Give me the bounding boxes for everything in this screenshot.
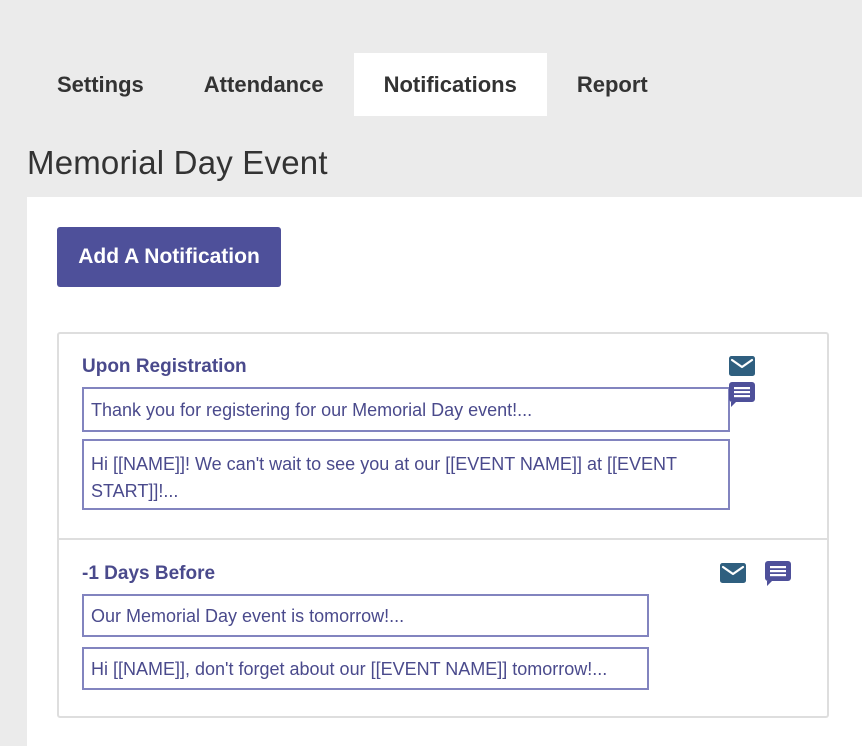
- notification-item-upon-registration: Upon Registration Thank you for register…: [59, 334, 827, 540]
- notifications-panel: Add A Notification Upon Registration Tha…: [27, 197, 862, 746]
- text-message-field[interactable]: Hi [[NAME]]! We can't wait to see you at…: [82, 439, 730, 510]
- tab-notifications[interactable]: Notifications: [353, 53, 547, 116]
- sms-icon[interactable]: [729, 382, 755, 408]
- email-icon[interactable]: [720, 563, 746, 583]
- email-subject-field[interactable]: Thank you for registering for our Memori…: [82, 387, 730, 432]
- tab-attendance[interactable]: Attendance: [174, 53, 354, 116]
- text-message-field[interactable]: Hi [[NAME]], don't forget about our [[EV…: [82, 647, 649, 690]
- tab-bar: Settings Attendance Notifications Report: [27, 53, 678, 116]
- notification-item-days-before: -1 Days Before Our Memorial Day event is…: [59, 540, 827, 716]
- add-notification-button[interactable]: Add A Notification: [57, 227, 281, 287]
- tab-report[interactable]: Report: [547, 53, 678, 116]
- tab-settings[interactable]: Settings: [27, 53, 174, 116]
- sms-icon[interactable]: [765, 561, 791, 587]
- email-subject-field[interactable]: Our Memorial Day event is tomorrow!...: [82, 594, 649, 637]
- page-title: Memorial Day Event: [27, 144, 328, 181]
- email-icon[interactable]: [729, 356, 755, 376]
- notification-timing: -1 Days Before: [82, 563, 216, 584]
- notification-list: Upon Registration Thank you for register…: [57, 332, 829, 718]
- notification-timing: Upon Registration: [82, 356, 247, 377]
